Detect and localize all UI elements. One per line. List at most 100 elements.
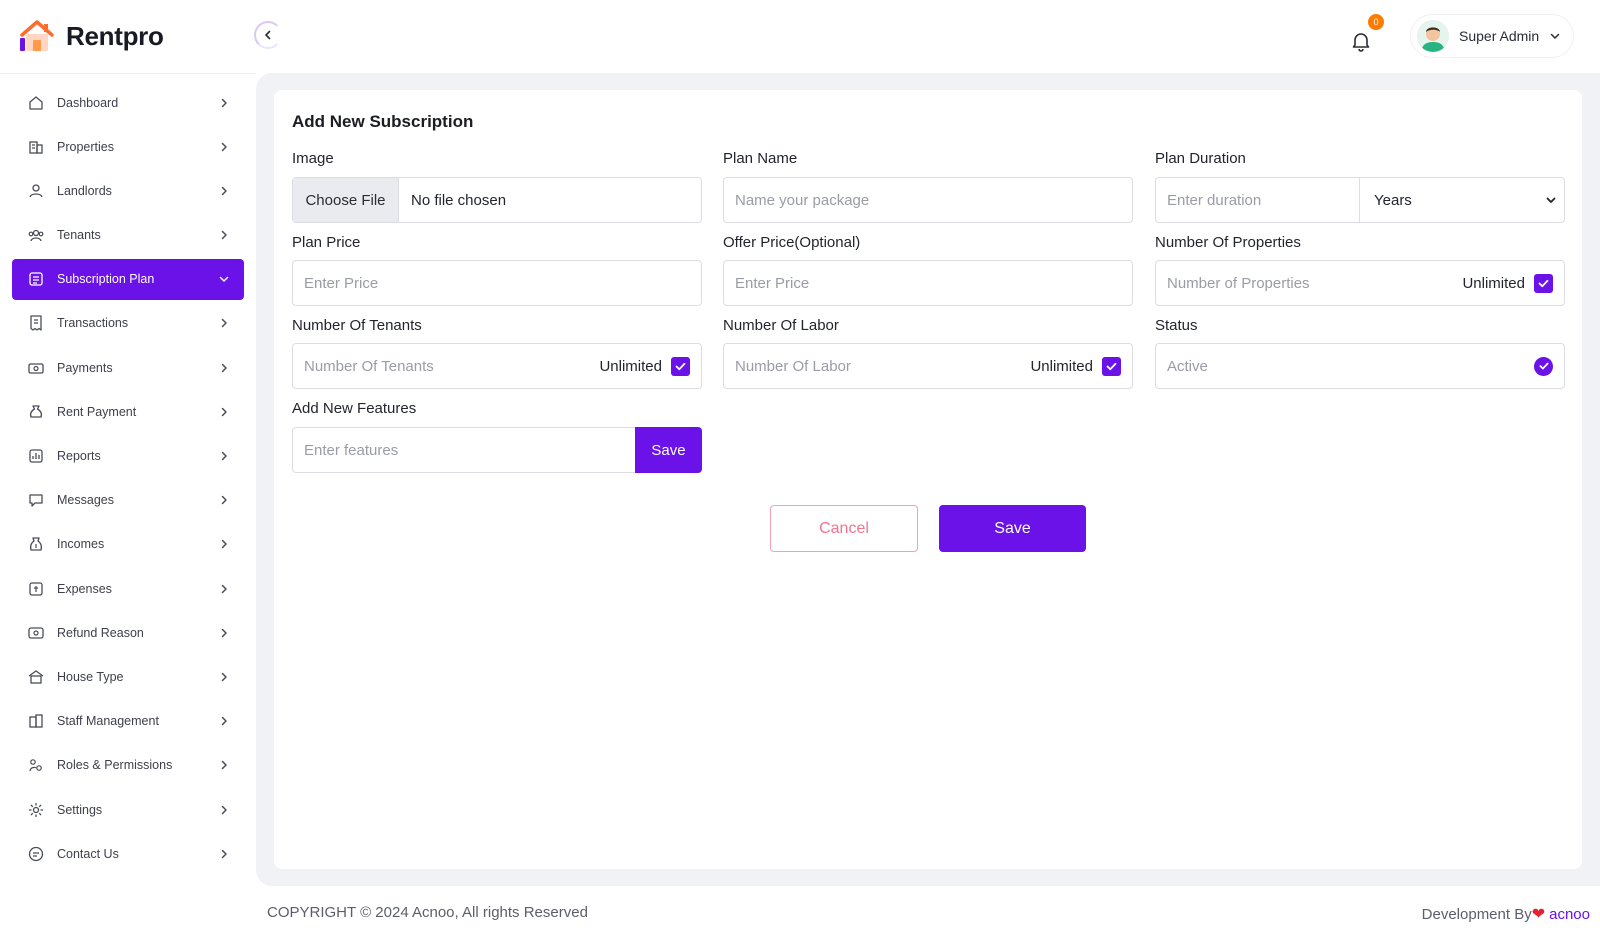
sidebar-item-properties[interactable]: Properties xyxy=(12,126,244,167)
subscription-icon xyxy=(27,270,45,288)
chat-icon xyxy=(27,491,45,509)
offer-price-placeholder: Enter Price xyxy=(735,274,810,292)
sidebar-item-rent-payment[interactable]: Rent Payment xyxy=(12,391,244,432)
properties-unlimited-checkbox[interactable] xyxy=(1534,273,1553,293)
plan-name-input[interactable]: Name your package xyxy=(723,177,1133,223)
labor-unlimited-toggle[interactable]: Unlimited xyxy=(1030,356,1132,376)
receipt-icon xyxy=(27,314,45,332)
file-status: No file chosen xyxy=(411,191,507,209)
image-file-input[interactable]: Choose File No file chosen xyxy=(292,177,702,223)
check-icon xyxy=(1106,362,1117,370)
sidebar-item-label: Refund Reason xyxy=(57,625,144,640)
num-labor-input[interactable]: Number Of Labor Unlimited xyxy=(723,343,1133,389)
plan-price-input[interactable]: Enter Price xyxy=(292,260,702,306)
staff-icon xyxy=(27,712,45,730)
avatar xyxy=(1417,20,1449,52)
num-properties-placeholder: Number of Properties xyxy=(1167,274,1310,292)
sidebar-item-label: Incomes xyxy=(57,537,105,552)
chevron-right-icon xyxy=(218,362,230,374)
sidebar-item-reports[interactable]: Reports xyxy=(12,436,244,477)
offer-price-label: Offer Price(Optional) xyxy=(723,234,861,251)
plan-name-placeholder: Name your package xyxy=(735,191,870,209)
cancel-button[interactable]: Cancel xyxy=(770,505,918,552)
money-bag-icon xyxy=(27,403,45,421)
num-properties-input[interactable]: Number of Properties Unlimited xyxy=(1155,260,1565,306)
chevron-down-icon xyxy=(1550,33,1560,39)
sidebar-item-contact-us[interactable]: Contact Us xyxy=(12,833,244,874)
num-tenants-input[interactable]: Number Of Tenants Unlimited xyxy=(292,343,702,389)
users-icon xyxy=(27,182,45,200)
roles-icon xyxy=(27,756,45,774)
sidebar-item-incomes[interactable]: Incomes xyxy=(12,524,244,565)
chevron-down-icon xyxy=(218,273,230,285)
group-icon xyxy=(27,226,45,244)
status-select[interactable]: Active xyxy=(1155,343,1565,389)
unlimited-label: Unlimited xyxy=(1030,357,1093,375)
sidebar-item-expenses[interactable]: Expenses xyxy=(12,568,244,609)
plan-duration-input[interactable]: Enter duration xyxy=(1155,177,1360,223)
income-icon xyxy=(27,535,45,553)
sidebar-item-label: Messages xyxy=(57,493,114,508)
unlimited-label: Unlimited xyxy=(599,357,662,375)
sidebar-item-label: Settings xyxy=(57,802,103,817)
save-button[interactable]: Save xyxy=(939,505,1086,552)
image-label: Image xyxy=(292,150,334,167)
sidebar-item-label: Tenants xyxy=(57,228,101,243)
sidebar-item-label: Landlords xyxy=(57,183,112,198)
save-feature-button[interactable]: Save xyxy=(635,427,702,473)
gear-icon xyxy=(27,801,45,819)
sidebar-item-label: Dashboard xyxy=(57,95,119,110)
sidebar-item-roles-permissions[interactable]: Roles & Permissions xyxy=(12,745,244,786)
chevron-right-icon xyxy=(218,450,230,462)
notification-count-badge: 0 xyxy=(1368,14,1384,30)
status-label: Status xyxy=(1155,317,1198,334)
sidebar-collapse-button[interactable] xyxy=(254,21,282,49)
status-value: Active xyxy=(1167,357,1208,375)
choose-file-button[interactable]: Choose File xyxy=(293,178,399,222)
status-active-check[interactable] xyxy=(1534,356,1553,376)
duration-unit-value: Years xyxy=(1374,191,1412,209)
dev-prefix: Development By xyxy=(1421,905,1532,923)
sidebar-item-tenants[interactable]: Tenants xyxy=(12,215,244,256)
num-properties-label: Number Of Properties xyxy=(1155,234,1301,251)
chevron-right-icon xyxy=(218,406,230,418)
features-input[interactable]: Enter features xyxy=(292,427,636,473)
sidebar-item-house-type[interactable]: House Type xyxy=(12,656,244,697)
sidebar-item-subscription-plan[interactable]: Subscription Plan xyxy=(12,258,244,300)
user-menu[interactable]: Super Admin xyxy=(1410,14,1574,58)
sidebar-item-messages[interactable]: Messages xyxy=(12,480,244,521)
sidebar: Rentpro Dashboard Properties Landlords Tena… xyxy=(0,0,256,943)
report-icon xyxy=(27,447,45,465)
chevron-right-icon xyxy=(218,538,230,550)
developer-credit: Development By ❤ acnoo xyxy=(1422,904,1590,924)
duration-unit-select[interactable]: Years xyxy=(1359,177,1565,223)
sidebar-item-transactions[interactable]: Transactions xyxy=(12,303,244,344)
building-icon xyxy=(27,138,45,156)
sidebar-item-label: Contact Us xyxy=(57,846,119,861)
num-labor-placeholder: Number Of Labor xyxy=(735,357,851,375)
sidebar-item-label: Payments xyxy=(57,360,113,375)
home-icon xyxy=(27,94,45,112)
num-tenants-placeholder: Number Of Tenants xyxy=(304,357,434,375)
heart-icon: ❤ xyxy=(1531,906,1546,923)
sidebar-nav: Dashboard Properties Landlords Tenants Subsc… xyxy=(12,82,244,877)
sidebar-item-dashboard[interactable]: Dashboard xyxy=(12,82,244,123)
dev-brand-link[interactable]: acnoo xyxy=(1549,906,1590,923)
chevron-left-icon xyxy=(265,30,271,40)
sidebar-item-landlords[interactable]: Landlords xyxy=(12,170,244,211)
tenants-unlimited-toggle[interactable]: Unlimited xyxy=(599,356,701,376)
offer-price-input[interactable]: Enter Price xyxy=(723,260,1133,306)
sidebar-item-payments[interactable]: Payments xyxy=(12,347,244,388)
properties-unlimited-toggle[interactable]: Unlimited xyxy=(1462,273,1564,293)
labor-unlimited-checkbox[interactable] xyxy=(1102,356,1121,376)
sidebar-item-settings[interactable]: Settings xyxy=(12,789,244,830)
logo[interactable]: Rentpro xyxy=(18,18,164,54)
sidebar-item-refund-reason[interactable]: Refund Reason xyxy=(12,612,244,653)
copyright-text: COPYRIGHT © 2024 Acnoo, All rights Reser… xyxy=(267,904,588,921)
plan-duration-label: Plan Duration xyxy=(1155,150,1246,167)
tenants-unlimited-checkbox[interactable] xyxy=(671,356,690,376)
app-name: Rentpro xyxy=(66,20,164,51)
bell-icon xyxy=(1352,33,1370,52)
sidebar-item-staff-management[interactable]: Staff Management xyxy=(12,701,244,742)
chevron-down-icon xyxy=(1546,197,1556,203)
